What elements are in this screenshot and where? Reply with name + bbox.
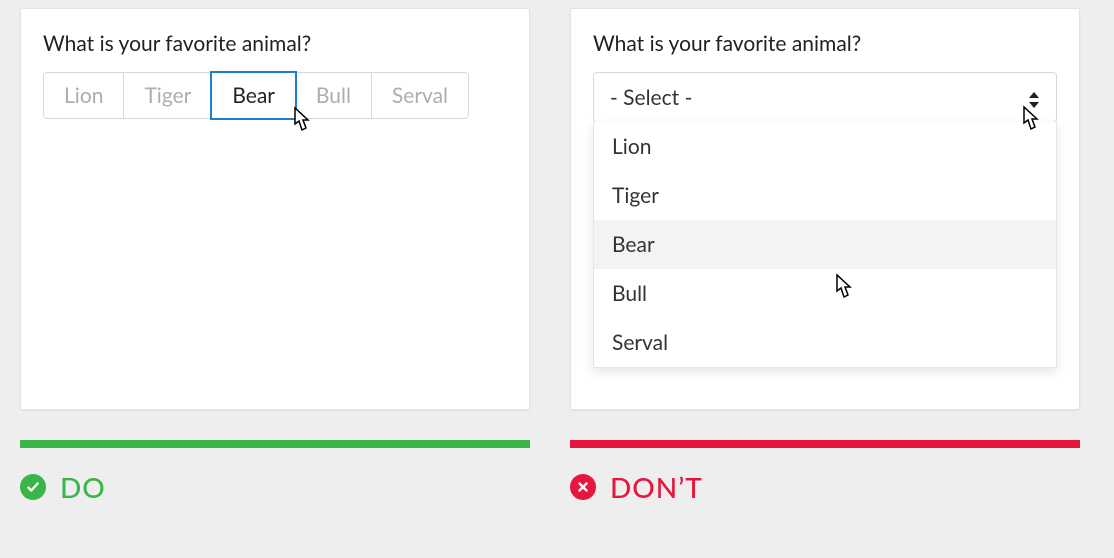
dont-label: DON’T — [610, 470, 703, 504]
segmented-button-group: LionTigerBearBullServal — [43, 72, 507, 119]
select-placeholder: - Select - — [610, 85, 692, 110]
check-circle-icon — [20, 474, 46, 500]
do-bar — [20, 440, 530, 448]
do-card: What is your favorite animal? LionTigerB… — [20, 8, 530, 410]
do-status: DO — [20, 470, 530, 504]
select-options-list: LionTigerBearBullServal — [593, 122, 1057, 368]
segmented-option[interactable]: Tiger — [123, 72, 212, 119]
segmented-option[interactable]: Serval — [371, 72, 469, 119]
dont-column: What is your favorite animal? - Select -… — [570, 8, 1080, 504]
do-label: DO — [60, 470, 106, 504]
dont-status: DON’T — [570, 470, 1080, 504]
do-question: What is your favorite animal? — [43, 31, 507, 56]
select-option[interactable]: Bull — [594, 269, 1056, 318]
select-option[interactable]: Lion — [594, 122, 1056, 171]
x-circle-icon — [570, 474, 596, 500]
do-column: What is your favorite animal? LionTigerB… — [20, 8, 530, 504]
select-option[interactable]: Tiger — [594, 171, 1056, 220]
dont-question: What is your favorite animal? — [593, 31, 1057, 56]
select-head[interactable]: - Select - — [594, 73, 1056, 122]
sort-arrows-icon — [1028, 89, 1040, 107]
select-option[interactable]: Bear — [594, 220, 1056, 269]
dont-card: What is your favorite animal? - Select -… — [570, 8, 1080, 410]
segmented-option[interactable]: Bull — [295, 72, 372, 119]
segmented-option[interactable]: Bear — [210, 71, 297, 120]
dont-bar — [570, 440, 1080, 448]
select-option[interactable]: Serval — [594, 318, 1056, 367]
select-dropdown[interactable]: - Select - LionTigerBearBullServal — [593, 72, 1057, 123]
segmented-option[interactable]: Lion — [43, 72, 124, 119]
